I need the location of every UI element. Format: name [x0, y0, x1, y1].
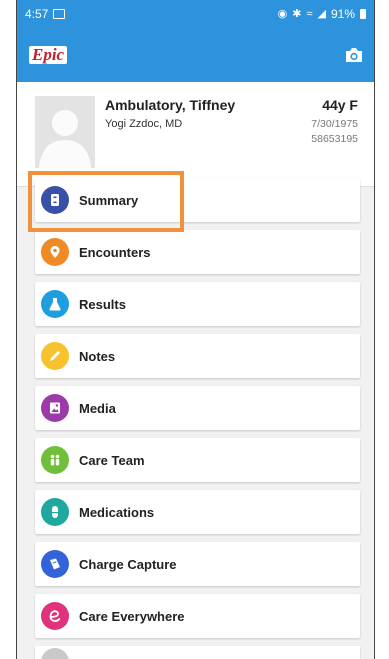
menu-item-results[interactable]: Results: [35, 282, 360, 326]
patient-provider: Yogi Zzdoc, MD: [105, 118, 183, 130]
camera-icon[interactable]: [344, 46, 364, 64]
phone-screen: 4:57 ◉ ✱ ≈ ◢ 91% Epic Ambulatory, Tiffne…: [16, 0, 375, 659]
partial-menu-icon: [41, 648, 69, 659]
results-flask-icon: [41, 290, 69, 318]
battery-percent: 91%: [330, 6, 355, 21]
patient-header[interactable]: Ambulatory, Tiffney Yogi Zzdoc, MD 44y F…: [17, 82, 374, 187]
medications-pill-icon: [41, 498, 69, 526]
menu-item-label: Charge Capture: [79, 556, 177, 572]
menu-item-label: Encounters: [79, 244, 151, 260]
charge-capture-icon: [41, 550, 69, 578]
battery-icon: [360, 8, 366, 19]
menu-item-care-team[interactable]: Care Team: [35, 438, 360, 482]
media-icon: [41, 394, 69, 422]
summary-icon: [41, 186, 69, 214]
encounters-icon: [41, 238, 69, 266]
chart-menu: Summary Encounters Results Notes Media C…: [35, 178, 360, 646]
patient-age-sex: 44y F: [322, 97, 358, 113]
status-time: 4:57: [25, 6, 49, 21]
care-team-icon: [41, 446, 69, 474]
menu-item-partial[interactable]: [35, 646, 360, 659]
care-everywhere-icon: [41, 602, 69, 630]
person-silhouette-icon: [39, 110, 91, 168]
menu-item-label: Summary: [79, 192, 139, 208]
patient-mrn: 58653195: [311, 133, 358, 145]
bluetooth-icon: ✱: [292, 8, 302, 20]
gallery-notification-icon: [53, 8, 66, 19]
patient-name: Ambulatory, Tiffney: [105, 97, 236, 113]
patient-avatar: [35, 96, 95, 168]
menu-item-label: Care Team: [79, 452, 145, 468]
menu-item-label: Media: [79, 400, 116, 416]
menu-item-charge-capture[interactable]: Charge Capture: [35, 542, 360, 586]
notes-pencil-icon: [41, 342, 69, 370]
menu-item-medications[interactable]: Medications: [35, 490, 360, 534]
menu-item-label: Results: [79, 296, 126, 312]
menu-item-label: Notes: [79, 348, 116, 364]
mute-icon: ◉: [277, 8, 288, 20]
patient-dob: 7/30/1975: [311, 118, 358, 130]
menu-item-notes[interactable]: Notes: [35, 334, 360, 378]
wifi-icon: ≈: [306, 7, 313, 20]
menu-item-label: Medications: [79, 504, 155, 520]
menu-item-summary[interactable]: Summary: [35, 178, 360, 222]
menu-item-encounters[interactable]: Encounters: [35, 230, 360, 274]
menu-item-media[interactable]: Media: [35, 386, 360, 430]
status-bar: 4:57 ◉ ✱ ≈ ◢ 91%: [17, 0, 374, 27]
menu-item-care-everywhere[interactable]: Care Everywhere: [35, 594, 360, 638]
menu-item-label: Care Everywhere: [79, 608, 185, 624]
signal-icon: ◢: [317, 8, 326, 20]
app-header: Epic: [17, 27, 374, 82]
epic-logo: Epic: [29, 45, 68, 64]
